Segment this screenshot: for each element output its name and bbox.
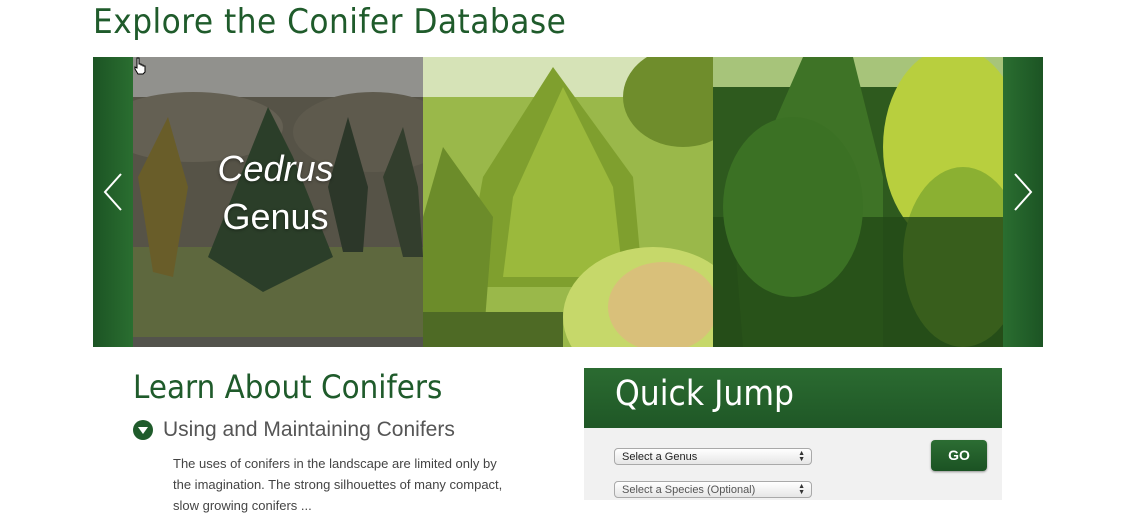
chevron-down-circle-icon: [133, 420, 153, 440]
quick-jump-panel: Quick Jump Select a Genus ▲ ▼ Select a Sp…: [584, 368, 1002, 500]
carousel-prev-button[interactable]: [98, 172, 128, 212]
select-arrows-icon: ▲ ▼: [798, 483, 805, 496]
species-select[interactable]: Select a Species (Optional) ▲ ▼: [614, 481, 812, 498]
accordion-item-label: Using and Maintaining Conifers: [163, 418, 455, 441]
quick-jump-header: Quick Jump: [584, 368, 1002, 428]
slide-genus-label: Genus: [222, 196, 329, 237]
slide-genus-name: Cedrus: [217, 148, 334, 189]
accordion-body-text: The uses of conifers in the landscape ar…: [173, 456, 503, 513]
conifer-photo-2: [423, 57, 713, 347]
go-button[interactable]: GO: [931, 440, 987, 471]
carousel-next-button[interactable]: [1008, 172, 1038, 212]
genus-select-value: Select a Genus: [622, 451, 698, 463]
slide-caption: Cedrus Genus: [133, 145, 418, 241]
chevron-left-icon: [103, 173, 122, 211]
genus-carousel: Cedrus Genus: [93, 57, 1043, 347]
chevron-right-icon: [1014, 173, 1033, 211]
conifer-photo-3: [713, 57, 1003, 347]
learn-section-title: Learn About Conifers: [133, 368, 443, 406]
select-arrows-icon: ▲ ▼: [798, 450, 805, 463]
species-select-value: Select a Species (Optional): [622, 484, 756, 496]
page-title: Explore the Conifer Database: [93, 2, 567, 42]
carousel-slide-cedrus[interactable]: Cedrus Genus: [133, 57, 423, 347]
carousel-slide-2[interactable]: [423, 57, 713, 347]
accordion-item-using-maintaining[interactable]: Using and Maintaining Conifers: [133, 418, 455, 442]
carousel-slide-3[interactable]: [713, 57, 1003, 347]
hand-cursor-icon: [134, 57, 146, 75]
quick-jump-title: Quick Jump: [615, 374, 795, 414]
genus-select[interactable]: Select a Genus ▲ ▼: [614, 448, 812, 465]
